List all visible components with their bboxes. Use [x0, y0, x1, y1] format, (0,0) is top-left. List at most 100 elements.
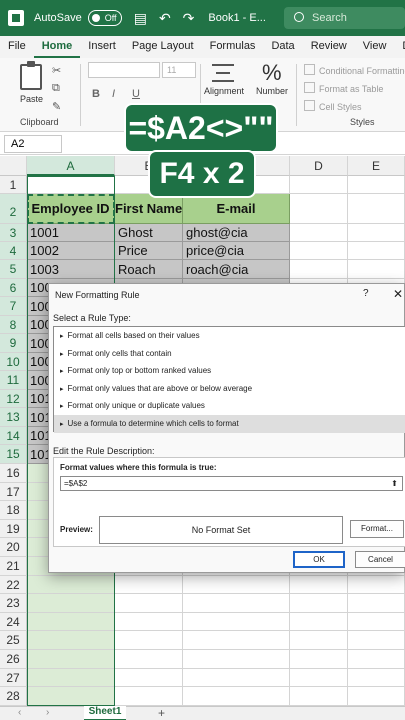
rule-type-item[interactable]: Format all cells based on their values: [54, 327, 405, 345]
row-header[interactable]: 25: [0, 631, 27, 650]
row-header[interactable]: 13: [0, 408, 27, 427]
cell[interactable]: [290, 176, 348, 194]
cell[interactable]: [115, 612, 183, 632]
select-all-corner[interactable]: [0, 156, 27, 176]
cell[interactable]: [348, 242, 405, 260]
rule-type-item-selected[interactable]: Use a formula to determine which cells t…: [54, 414, 405, 433]
cell[interactable]: [27, 650, 115, 669]
save-icon[interactable]: ▤: [134, 10, 147, 27]
tab-home[interactable]: Home: [33, 36, 81, 58]
cell[interactable]: [183, 631, 290, 650]
cell-styles-button[interactable]: Cell Styles: [304, 100, 362, 112]
alignment-icon[interactable]: [212, 64, 234, 82]
sheet-nav-prev-icon[interactable]: ‹: [18, 707, 21, 718]
table-cell[interactable]: 1002: [27, 242, 115, 260]
table-header-cell[interactable]: E-mail: [183, 194, 290, 224]
tab-review[interactable]: Review: [303, 36, 355, 58]
table-cell[interactable]: ghost@cia: [183, 224, 290, 242]
sheet-nav-next-icon[interactable]: ›: [46, 707, 49, 718]
cell[interactable]: [348, 650, 405, 669]
row-header[interactable]: 8: [0, 316, 27, 334]
cell[interactable]: [290, 194, 348, 224]
row-header[interactable]: 11: [0, 371, 27, 390]
cell[interactable]: [183, 575, 290, 595]
number-button[interactable]: Number: [256, 86, 288, 96]
tab-insert[interactable]: Insert: [80, 36, 124, 58]
table-cell[interactable]: price@cia: [183, 242, 290, 260]
table-cell[interactable]: Roach: [115, 260, 183, 279]
cell[interactable]: [115, 650, 183, 669]
cell[interactable]: [115, 687, 183, 706]
help-button[interactable]: ?: [363, 288, 369, 299]
row-header[interactable]: 21: [0, 557, 27, 576]
row-header[interactable]: 1: [0, 176, 27, 194]
tab-page-layout[interactable]: Page Layout: [124, 36, 202, 58]
cell[interactable]: [348, 594, 405, 613]
row-header[interactable]: 28: [0, 687, 27, 706]
column-header-e[interactable]: E: [348, 156, 405, 176]
ok-button[interactable]: OK: [293, 551, 345, 568]
cell[interactable]: [348, 194, 405, 224]
row-header[interactable]: 24: [0, 612, 27, 632]
tab-file[interactable]: File: [0, 36, 34, 58]
cell[interactable]: [115, 594, 183, 613]
cell[interactable]: [348, 687, 405, 706]
format-as-table-button[interactable]: Format as Table: [304, 82, 383, 94]
close-icon[interactable]: ✕: [393, 287, 403, 301]
cell[interactable]: [27, 631, 115, 650]
cut-icon[interactable]: ✂: [52, 64, 61, 77]
cell[interactable]: [348, 260, 405, 279]
cell[interactable]: [348, 176, 405, 194]
row-header[interactable]: 18: [0, 501, 27, 520]
undo-icon[interactable]: ↶: [159, 10, 171, 27]
rule-type-item[interactable]: Format only unique or duplicate values: [54, 397, 405, 415]
percent-icon[interactable]: %: [262, 60, 282, 86]
cell[interactable]: [290, 594, 348, 613]
collapse-dialog-icon[interactable]: ⬆: [389, 478, 400, 489]
row-header[interactable]: 22: [0, 575, 27, 595]
row-header[interactable]: 2: [0, 194, 27, 224]
cancel-button[interactable]: Cancel: [355, 551, 405, 568]
cell[interactable]: [183, 594, 290, 613]
add-sheet-button[interactable]: +: [158, 706, 165, 720]
row-header[interactable]: 12: [0, 390, 27, 408]
table-cell[interactable]: roach@cia: [183, 260, 290, 279]
bold-button[interactable]: B: [92, 88, 100, 100]
row-header[interactable]: 14: [0, 427, 27, 445]
cell[interactable]: [290, 242, 348, 260]
row-header[interactable]: 10: [0, 353, 27, 371]
cell[interactable]: [348, 224, 405, 242]
cell[interactable]: [290, 668, 348, 688]
rule-type-item[interactable]: Format only top or bottom ranked values: [54, 362, 405, 380]
cell[interactable]: [27, 176, 115, 194]
underline-button[interactable]: U: [132, 88, 140, 100]
formula-input[interactable]: =$A$2 ⬆: [60, 476, 403, 491]
row-header[interactable]: 27: [0, 668, 27, 688]
cell[interactable]: [290, 650, 348, 669]
row-header[interactable]: 19: [0, 519, 27, 539]
row-header[interactable]: 4: [0, 242, 27, 260]
cell[interactable]: [290, 224, 348, 242]
tab-formulas[interactable]: Formulas: [202, 36, 264, 58]
table-cell[interactable]: 1003: [27, 260, 115, 279]
sheet-tab-sheet1[interactable]: Sheet1: [84, 706, 126, 720]
format-button[interactable]: Format...: [350, 520, 404, 538]
cell[interactable]: [290, 612, 348, 632]
italic-button[interactable]: I: [112, 88, 115, 100]
cell[interactable]: [183, 650, 290, 669]
tab-data[interactable]: Data: [263, 36, 302, 58]
cell[interactable]: [183, 612, 290, 632]
alignment-button[interactable]: Alignment: [204, 86, 244, 96]
rule-type-item[interactable]: Format only cells that contain: [54, 345, 405, 363]
column-header-a[interactable]: A: [27, 156, 115, 176]
cell[interactable]: [27, 575, 115, 595]
conditional-formatting-button[interactable]: Conditional Formatting: [304, 64, 405, 76]
row-header[interactable]: 15: [0, 445, 27, 464]
row-header[interactable]: 23: [0, 594, 27, 613]
row-header[interactable]: 9: [0, 334, 27, 353]
copy-icon[interactable]: ⧉: [52, 82, 60, 95]
table-header-cell[interactable]: Employee ID: [27, 194, 115, 224]
cell[interactable]: [348, 612, 405, 632]
cell[interactable]: [348, 668, 405, 688]
row-header[interactable]: 6: [0, 279, 27, 297]
